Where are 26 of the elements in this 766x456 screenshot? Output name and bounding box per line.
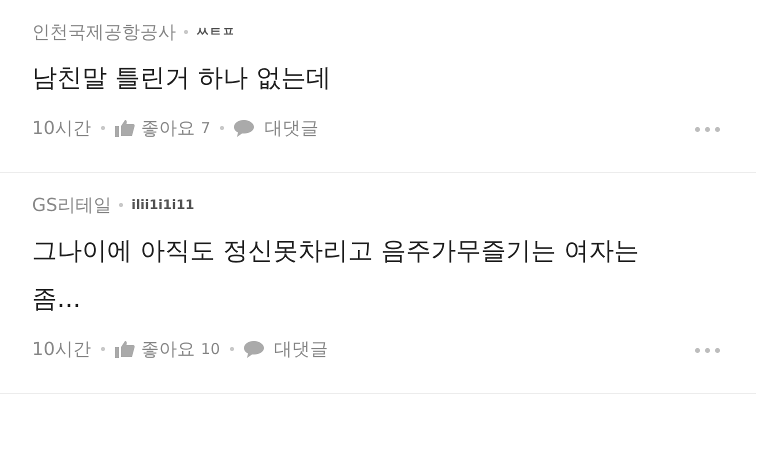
company-name: 인천국제공항공사 (32, 21, 176, 44)
speech-bubble-icon[interactable] (234, 120, 254, 136)
separator-icon (100, 126, 105, 130)
more-icon[interactable] (695, 127, 720, 132)
reply-button[interactable]: 대댓글 (274, 337, 328, 361)
separator-icon (230, 347, 234, 351)
thumbs-up-icon[interactable] (114, 340, 135, 358)
nickname: ilii1i1i11 (131, 198, 194, 212)
like-count: 7 (200, 119, 210, 137)
like-label[interactable]: 좋아요 (140, 116, 195, 140)
timestamp: 10시간 (32, 117, 91, 140)
timestamp: 10시간 (32, 338, 91, 361)
separator-icon (119, 203, 124, 207)
separator-icon (220, 126, 224, 130)
company-name: GS리테일 (32, 194, 112, 217)
reply-button[interactable]: 대댓글 (264, 116, 318, 140)
separator-icon (184, 30, 188, 34)
separator-icon (100, 347, 105, 351)
like-label[interactable]: 좋아요 (140, 337, 195, 361)
comment-text: 그나이에 아직도 정신못차리고 음주가무즐기는 여자는 좀... (32, 235, 640, 315)
like-count: 10 (200, 340, 220, 358)
speech-bubble-icon[interactable] (244, 340, 264, 358)
thumbs-up-icon[interactable] (114, 119, 135, 137)
more-icon[interactable] (695, 348, 720, 353)
comment-text: 남친말 틀린거 하나 없는데 (32, 62, 332, 94)
nickname: ㅆㅌㅍ (196, 24, 235, 41)
